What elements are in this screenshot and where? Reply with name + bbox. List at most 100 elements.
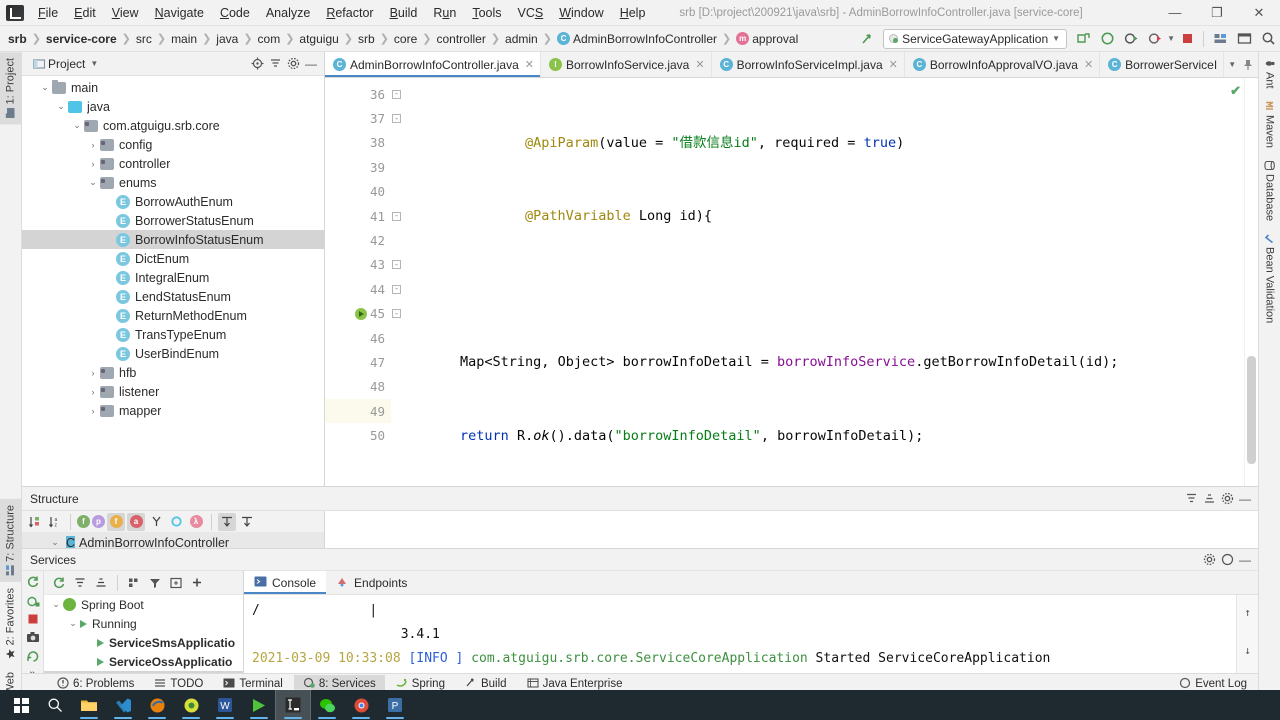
taskbar-media-player-icon[interactable] — [242, 690, 276, 720]
window-icon[interactable] — [1233, 28, 1255, 50]
breadcrumb-srb[interactable]: srb — [4, 30, 31, 48]
gutter-line[interactable]: 42 — [325, 228, 391, 252]
group-icon[interactable] — [125, 574, 143, 592]
project-tree[interactable]: ⌄ main ⌄ java ⌄ com.atguigu.srb.core › config › c… — [22, 76, 324, 486]
breadcrumb-class[interactable]: C AdminBorrowInfoController — [553, 30, 721, 48]
console-output[interactable]: / | 3.4.1 2021-03-09 10:33:08 [INFO ] co… — [244, 595, 1258, 673]
minimize-button[interactable]: — — [1154, 0, 1196, 25]
gutter-line[interactable]: 39 — [325, 155, 391, 179]
tree-node[interactable]: E BorrowInfoStatusEnum — [22, 230, 324, 249]
taskbar-search-icon[interactable] — [38, 690, 72, 720]
close-icon[interactable]: ✕ — [889, 58, 898, 71]
collapse-all-icon[interactable] — [92, 574, 110, 592]
menu-build[interactable]: Build — [382, 3, 426, 23]
breadcrumb-admin[interactable]: admin — [501, 30, 542, 48]
menu-window[interactable]: Window — [551, 3, 611, 23]
chevron-down-icon[interactable]: ▼ — [1167, 34, 1175, 43]
breadcrumb-method[interactable]: m approval — [732, 30, 802, 48]
hide-panel-icon[interactable]: — — [1236, 551, 1254, 569]
sidebar-item-maven[interactable]: Maven — [1259, 95, 1280, 154]
close-icon[interactable]: ✕ — [525, 58, 534, 71]
restart-icon[interactable] — [24, 649, 42, 663]
tree-node[interactable]: › hfb — [22, 363, 324, 382]
tree-expander[interactable]: › — [86, 406, 100, 416]
gutter-line[interactable]: 44- — [325, 277, 401, 301]
menu-vcs[interactable]: VCS — [510, 3, 552, 23]
gutter-line[interactable]: 40 — [325, 180, 391, 204]
show-configurations-icon[interactable] — [167, 574, 185, 592]
stop-icon[interactable] — [24, 613, 42, 625]
menu-refactor[interactable]: Refactor — [318, 3, 381, 23]
sort-by-visibility-icon[interactable] — [26, 513, 44, 531]
run-with-coverage-icon[interactable] — [1144, 28, 1166, 50]
rerun-icon[interactable] — [50, 574, 68, 592]
scroll-down-icon[interactable]: ↓ — [1244, 639, 1251, 663]
sidebar-item-bean-validation[interactable]: Bean Validation — [1259, 227, 1280, 329]
gutter-line[interactable]: 45- — [325, 302, 401, 326]
tree-node[interactable]: ⌄ com.atguigu.srb.core — [22, 116, 324, 135]
taskbar-file-explorer-icon[interactable] — [72, 690, 106, 720]
editor-tab[interactable]: C BorrowInfoServiceImpl.java ✕ — [711, 52, 905, 77]
editor-scrollbar[interactable] — [1244, 78, 1258, 486]
gutter-line[interactable]: 37- — [325, 106, 401, 130]
breadcrumb-atguigu[interactable]: atguigu — [295, 30, 342, 48]
pin-icon[interactable] — [1237, 54, 1258, 76]
build-icon[interactable] — [1072, 28, 1094, 50]
scroll-up-icon[interactable]: ↑ — [1244, 601, 1251, 625]
menu-tools[interactable]: Tools — [464, 3, 509, 23]
tree-node[interactable]: E BorrowAuthEnum — [22, 192, 324, 211]
hide-panel-icon[interactable]: — — [1236, 490, 1254, 508]
close-button[interactable]: ✕ — [1238, 0, 1280, 25]
services-tree-node[interactable]: ServiceOssApplicatio — [44, 652, 243, 671]
filter-icon[interactable] — [146, 574, 164, 592]
close-icon[interactable]: ✕ — [1084, 58, 1093, 71]
breadcrumb-core[interactable]: core — [390, 30, 421, 48]
update-project-icon[interactable] — [856, 28, 878, 50]
breadcrumb-main[interactable]: main — [167, 30, 201, 48]
help-icon[interactable] — [1218, 551, 1236, 569]
show-properties-icon[interactable]: p — [92, 515, 105, 528]
tree-expander[interactable]: › — [86, 140, 100, 150]
editor-tab[interactable]: C BorrowerServiceI — [1100, 52, 1225, 77]
close-icon[interactable]: ✕ — [695, 58, 704, 71]
inspection-ok-icon[interactable]: ✔ — [1230, 83, 1241, 99]
gutter-line[interactable]: 50 — [325, 423, 391, 447]
tree-node[interactable]: › controller — [22, 154, 324, 173]
menu-edit[interactable]: Edit — [66, 3, 104, 23]
show-lambdas-icon[interactable]: λ — [187, 513, 205, 531]
collapse-all-icon[interactable] — [1200, 490, 1218, 508]
run-gutter-icon[interactable] — [355, 307, 367, 320]
tree-node[interactable]: › mapper — [22, 401, 324, 420]
screenshot-icon[interactable] — [24, 630, 42, 644]
sidebar-item-database[interactable]: Database — [1259, 154, 1280, 227]
chevron-down-icon[interactable]: ▼ — [90, 59, 98, 68]
chevron-down-icon[interactable]: ▼ — [1228, 60, 1236, 69]
taskbar-browser-icon[interactable] — [174, 690, 208, 720]
tree-expander[interactable]: ⌄ — [38, 82, 52, 93]
menu-analyze[interactable]: Analyze — [258, 3, 318, 23]
breadcrumb-com[interactable]: com — [254, 30, 285, 48]
autoscroll-from-source-icon[interactable] — [238, 513, 256, 531]
taskbar-wechat-icon[interactable] — [310, 690, 344, 720]
tree-expander[interactable]: › — [86, 368, 100, 378]
editor-tab[interactable]: C BorrowInfoApprovalVO.java ✕ — [904, 52, 1101, 77]
services-tree-node[interactable]: ⌄ Spring Boot — [44, 595, 243, 614]
tab-endpoints[interactable]: Endpoints — [326, 571, 417, 594]
tree-expander[interactable]: ⌄ — [49, 599, 63, 610]
chevron-down-icon[interactable]: ⌄ — [48, 537, 62, 548]
locate-icon[interactable] — [248, 55, 266, 73]
taskbar-chrome-icon[interactable] — [344, 690, 378, 720]
menu-run[interactable]: Run — [425, 3, 464, 23]
scrollbar-thumb[interactable] — [1247, 356, 1256, 464]
tree-node[interactable]: E IntegralEnum — [22, 268, 324, 287]
tree-node[interactable]: E DictEnum — [22, 249, 324, 268]
structure-icon[interactable] — [1209, 28, 1231, 50]
menu-code[interactable]: Code — [212, 3, 258, 23]
taskbar-vscode-icon[interactable] — [106, 690, 140, 720]
sidebar-item-favorites[interactable]: 2: Favorites — [0, 582, 21, 665]
tree-node[interactable]: E UserBindEnum — [22, 344, 324, 363]
menu-view[interactable]: View — [104, 3, 147, 23]
services-tree-node[interactable]: ⌄ Running — [44, 614, 243, 633]
hide-panel-icon[interactable]: — — [302, 55, 320, 73]
tree-node[interactable]: ⌄ java — [22, 97, 324, 116]
